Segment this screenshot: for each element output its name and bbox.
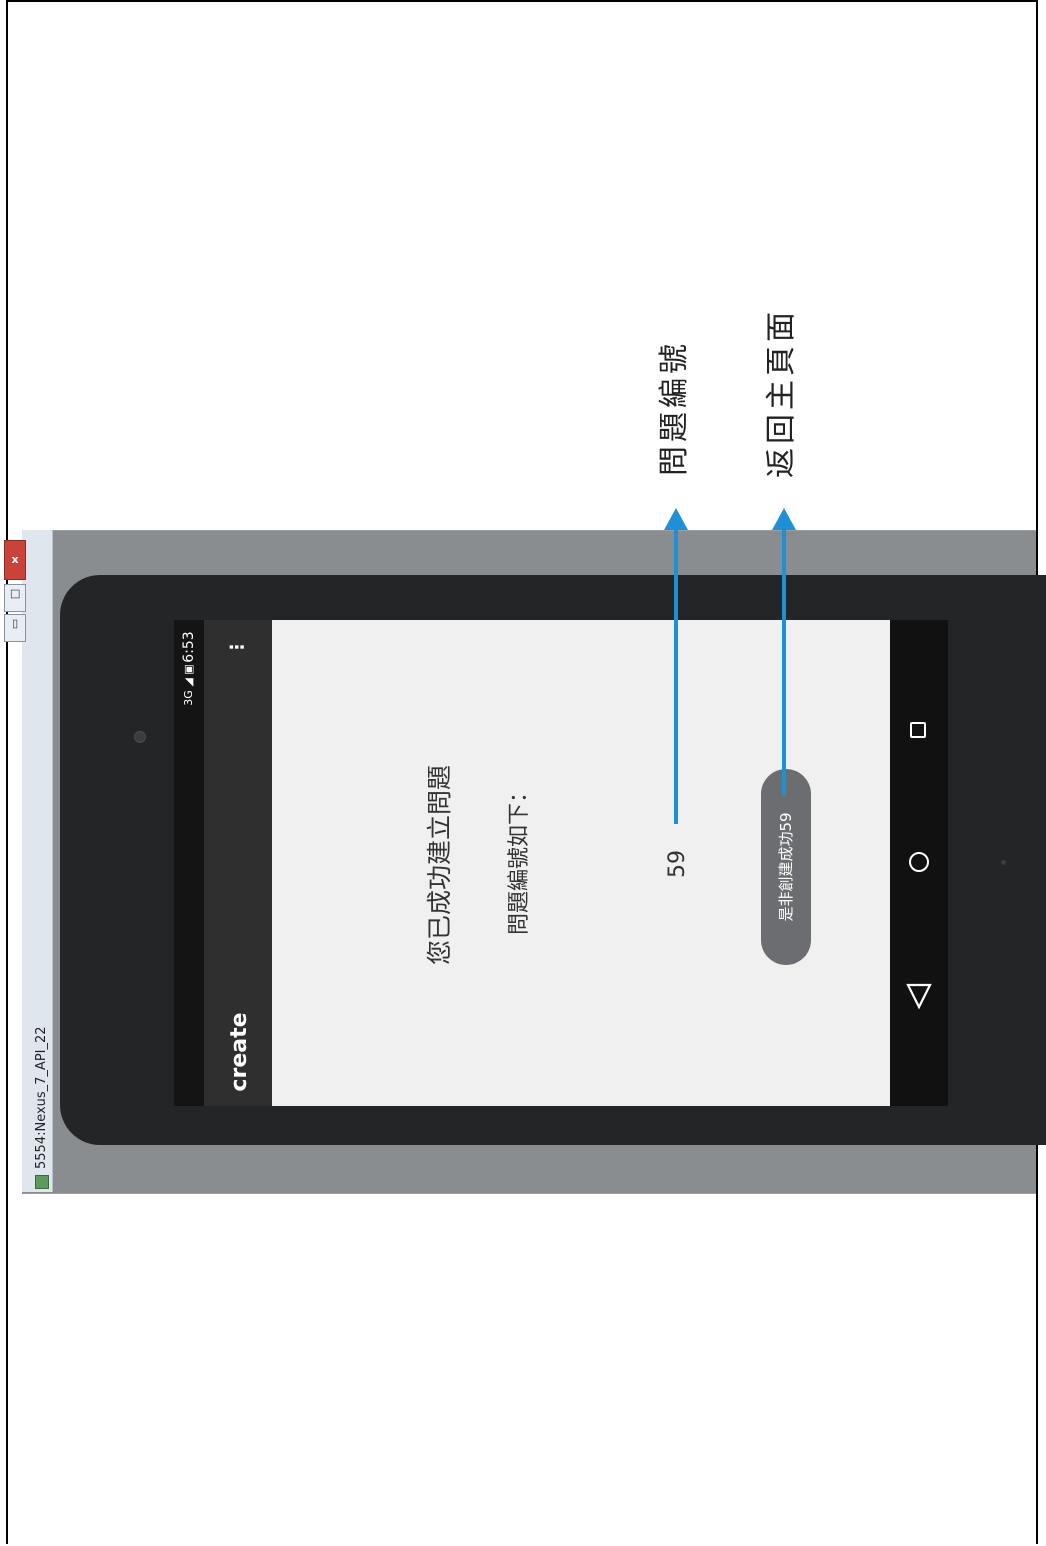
minimize-icon: ▭ bbox=[8, 618, 21, 630]
return-home-arrowhead bbox=[772, 508, 796, 530]
front-camera bbox=[134, 731, 146, 743]
home-icon[interactable] bbox=[905, 848, 933, 876]
minimize-window-button[interactable]: ▭ bbox=[4, 614, 26, 642]
maximize-icon: □ bbox=[8, 588, 21, 600]
question-number-annotation: 問題編號 bbox=[657, 340, 692, 476]
window-title: 5554:Nexus_7_API_22 bbox=[31, 557, 53, 1189]
recent-apps-icon[interactable] bbox=[905, 715, 933, 743]
toast-message: 是非創建成功59 bbox=[761, 769, 811, 965]
question-number-value: 59 bbox=[665, 850, 690, 878]
sensor-dot bbox=[1001, 860, 1006, 865]
back-icon[interactable] bbox=[905, 982, 933, 1010]
signal-battery-icons: 3G ◢ ▣ bbox=[182, 664, 195, 706]
app-title: create bbox=[227, 1012, 252, 1092]
return-home-arrow bbox=[782, 528, 786, 796]
emulator-app-icon bbox=[34, 1175, 49, 1189]
close-window-button[interactable]: x bbox=[4, 540, 26, 580]
success-heading: 您已成功建立問題 bbox=[425, 765, 454, 966]
return-home-annotation: 返回主頁面 bbox=[764, 308, 799, 478]
emulator-titlebar: 5554:Nexus_7_API_22 bbox=[22, 530, 53, 1192]
overflow-menu-icon[interactable]: ⋮ bbox=[227, 632, 248, 662]
maximize-window-button[interactable]: □ bbox=[4, 584, 26, 612]
question-number-arrow bbox=[674, 528, 678, 824]
question-number-arrowhead bbox=[664, 508, 688, 530]
window-title-text: 5554:Nexus_7_API_22 bbox=[34, 1026, 49, 1169]
question-number-caption: 問題編號如下： bbox=[507, 781, 532, 936]
